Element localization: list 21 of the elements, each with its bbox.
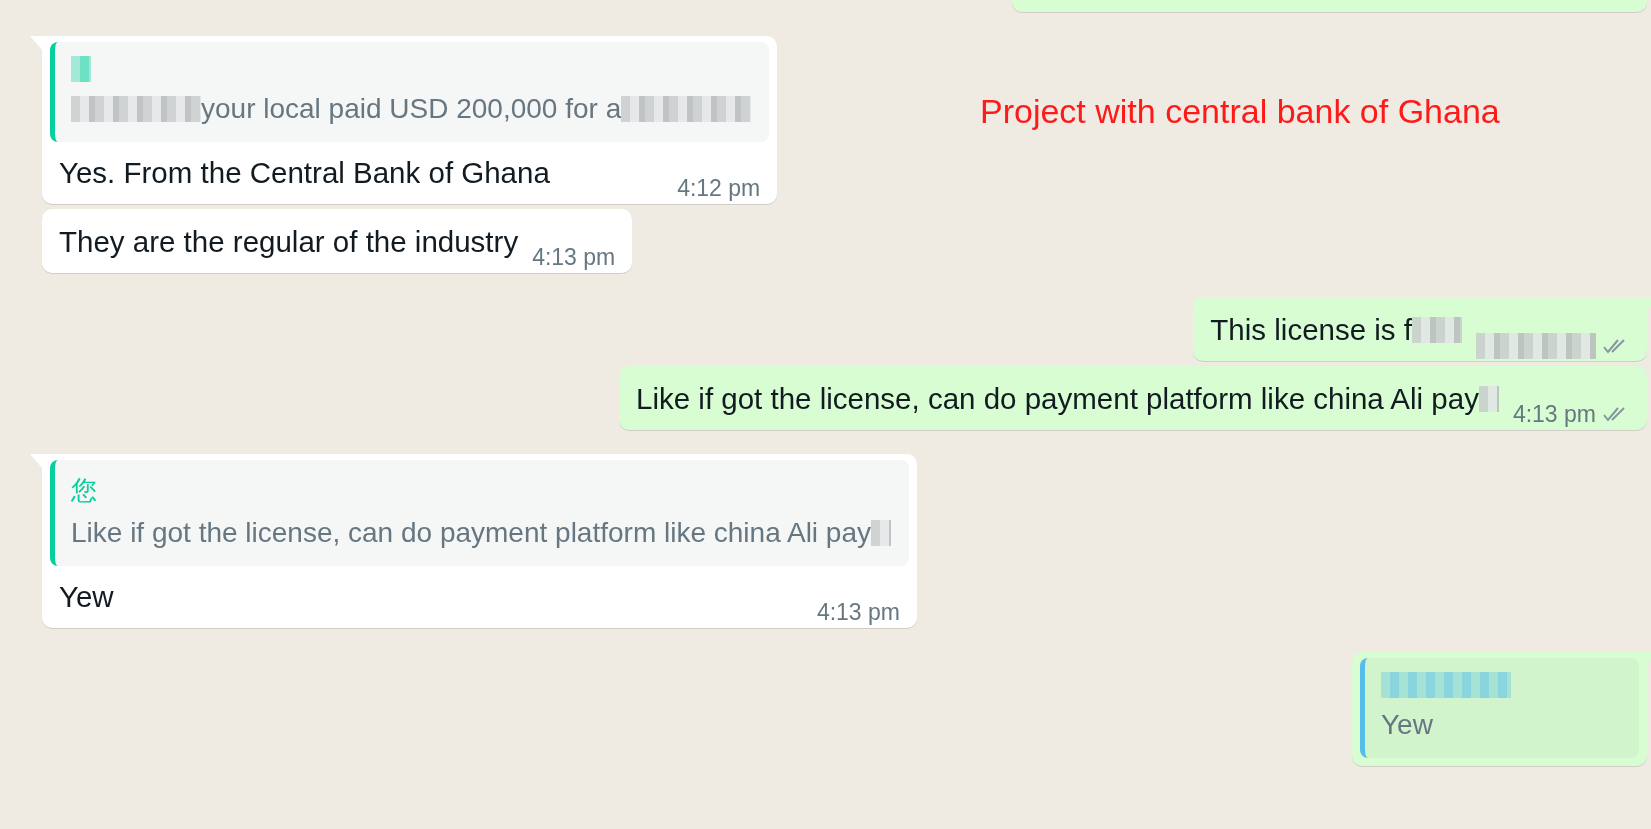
message-time: 4:13 pm (1512, 400, 1596, 428)
message-text: They are the regular of the industry (59, 224, 519, 260)
quote-text: your local paid USD 200,000 for a (71, 90, 752, 128)
annotation-text: Project with central bank of Ghana (980, 92, 1500, 131)
message-time: 4:12 pm (677, 174, 761, 202)
message-text: Yew (59, 579, 114, 615)
quote-text: Yew (1381, 708, 1434, 742)
quoted-message[interactable]: Yew (1360, 658, 1639, 758)
message-text: This license is f (1210, 309, 1462, 351)
pixelated-redaction (71, 56, 91, 82)
quoted-message[interactable]: your local paid USD 200,000 for a (50, 42, 770, 142)
message-time: 4:13 pm (816, 598, 900, 626)
message-text: Like if got the license, can do payment platform like china Ali pay (636, 378, 1499, 420)
pixelated-redaction (1412, 317, 1462, 343)
quote-text: Like if got the license, can do payment platform like china Ali pay (71, 514, 891, 552)
message-text: Yes. From the Central Bank of Ghana (59, 155, 550, 191)
quoted-message[interactable]: 您 Like if got the license, can do payment platform like china Ali pay (50, 460, 909, 566)
pixelated-redaction (1478, 386, 1499, 412)
pixelated-redaction (871, 520, 891, 546)
quote-author: 您 (71, 474, 98, 506)
message-time: 4:13 pm (532, 243, 616, 271)
